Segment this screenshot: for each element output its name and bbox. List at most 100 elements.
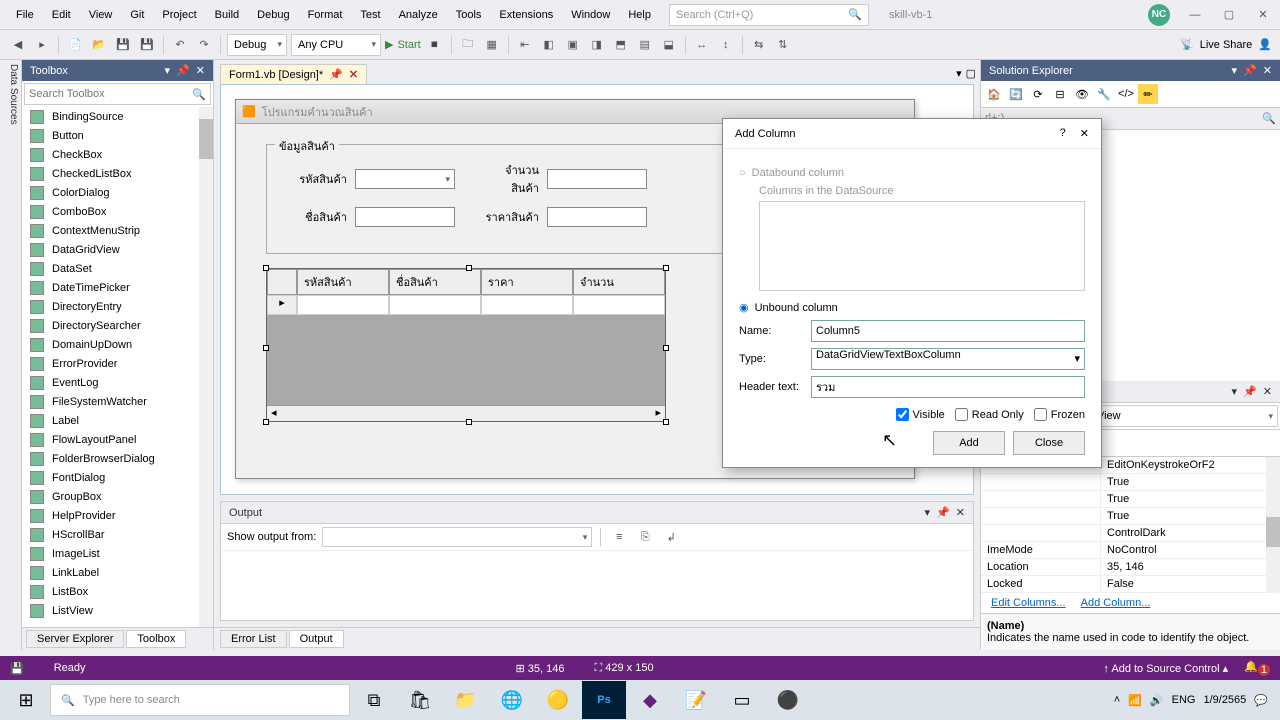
- toolbox-item[interactable]: ListView: [22, 601, 213, 620]
- notification-icon[interactable]: 💬: [1254, 694, 1268, 707]
- toolbox-list[interactable]: BindingSourceButtonCheckBoxCheckedListBo…: [22, 107, 213, 627]
- close-tab-icon[interactable]: ✕: [349, 68, 358, 81]
- unbound-radio[interactable]: ◉Unbound column: [739, 301, 1085, 314]
- show-icon[interactable]: 👁: [1072, 84, 1092, 104]
- pin-icon[interactable]: 📌: [936, 506, 950, 519]
- feedback-icon[interactable]: 👤: [1258, 38, 1272, 51]
- platform-combo[interactable]: Any CPU: [291, 34, 381, 56]
- notifications-icon[interactable]: 🔔1: [1244, 660, 1270, 676]
- menu-tools[interactable]: Tools: [448, 5, 490, 25]
- visible-check[interactable]: Visible: [896, 408, 945, 421]
- align-left-icon[interactable]: ◧: [539, 35, 559, 55]
- open-button[interactable]: 📂: [89, 35, 109, 55]
- size-icon[interactable]: ↔: [692, 35, 712, 55]
- chrome-icon[interactable]: 🟡: [536, 681, 580, 719]
- redo-button[interactable]: ↷: [194, 35, 214, 55]
- live-share-button[interactable]: Live Share: [1200, 39, 1253, 51]
- menu-file[interactable]: File: [8, 5, 42, 25]
- toggle-icon[interactable]: ⎘: [635, 527, 655, 547]
- close-icon[interactable]: ✕: [1080, 127, 1089, 140]
- toolbox-item[interactable]: EventLog: [22, 373, 213, 392]
- volume-icon[interactable]: 🔊: [1150, 694, 1164, 707]
- notepad-icon[interactable]: 📝: [674, 681, 718, 719]
- toolbox-item[interactable]: DomainUpDown: [22, 335, 213, 354]
- menu-help[interactable]: Help: [620, 5, 659, 25]
- maximize-button[interactable]: ▢: [1220, 8, 1238, 21]
- toolbox-item[interactable]: ColorDialog: [22, 183, 213, 202]
- code-icon[interactable]: </>: [1116, 84, 1136, 104]
- combobox[interactable]: [355, 169, 455, 189]
- toolbox-item[interactable]: FontDialog: [22, 468, 213, 487]
- menu-format[interactable]: Format: [300, 5, 351, 25]
- toolbox-item[interactable]: CheckBox: [22, 145, 213, 164]
- menu-debug[interactable]: Debug: [249, 5, 297, 25]
- source-control-button[interactable]: Add to Source Control: [1111, 663, 1219, 675]
- pin-icon[interactable]: 📌: [1243, 64, 1257, 77]
- toolbox-item[interactable]: GroupBox: [22, 487, 213, 506]
- pin-icon[interactable]: 📌: [329, 68, 343, 81]
- textbox[interactable]: [355, 207, 455, 227]
- property-row[interactable]: LockedFalse: [981, 576, 1280, 593]
- output-source-combo[interactable]: [322, 527, 592, 547]
- menu-edit[interactable]: Edit: [44, 5, 79, 25]
- menu-build[interactable]: Build: [207, 5, 247, 25]
- system-tray[interactable]: ˄ 📶 🔊 ENG 1/9/2565 💬: [1114, 694, 1276, 707]
- left-tab[interactable]: Toolbox: [126, 630, 186, 648]
- toolbox-item[interactable]: ImageList: [22, 544, 213, 563]
- collapse-icon[interactable]: ⊟: [1050, 84, 1070, 104]
- window-icon[interactable]: ▢: [966, 67, 976, 80]
- explorer-icon[interactable]: 📁: [444, 681, 488, 719]
- align-mid-icon[interactable]: ▤: [635, 35, 655, 55]
- property-row[interactable]: ImeModeNoControl: [981, 542, 1280, 559]
- property-row[interactable]: True: [981, 508, 1280, 525]
- align-icon[interactable]: ⇤: [515, 35, 535, 55]
- clear-icon[interactable]: ≡: [609, 527, 629, 547]
- grid-icon[interactable]: ▦: [482, 35, 502, 55]
- type-combo[interactable]: DataGridViewTextBoxColumn: [811, 348, 1085, 370]
- toolbox-item[interactable]: HelpProvider: [22, 506, 213, 525]
- toolbox-item[interactable]: ContextMenuStrip: [22, 221, 213, 240]
- config-combo[interactable]: Debug: [227, 34, 287, 56]
- close-button[interactable]: Close: [1013, 431, 1085, 455]
- datagridview[interactable]: รหัสสินค้าชื่อสินค้าราคาจำนวน ▸ ◂▸: [266, 268, 666, 422]
- network-icon[interactable]: 📶: [1128, 694, 1142, 707]
- vs-icon[interactable]: ◆: [628, 681, 672, 719]
- document-tab[interactable]: Form1.vb [Design]* 📌 ✕: [220, 64, 367, 84]
- search-icon[interactable]: 🔍: [1262, 112, 1276, 125]
- toolbox-item[interactable]: HScrollBar: [22, 525, 213, 544]
- scrollbar[interactable]: [199, 107, 213, 627]
- live-share-icon[interactable]: 📡: [1180, 38, 1194, 51]
- global-search[interactable]: Search (Ctrl+Q) 🔍: [669, 4, 869, 26]
- add-column-link[interactable]: Add Column...: [1075, 593, 1157, 613]
- property-row[interactable]: Location35, 146: [981, 559, 1280, 576]
- frozen-check[interactable]: Frozen: [1034, 408, 1085, 421]
- toolbox-item[interactable]: ComboBox: [22, 202, 213, 221]
- save-all-button[interactable]: 💾: [137, 35, 157, 55]
- toolbox-item[interactable]: DirectorySearcher: [22, 316, 213, 335]
- dropdown-icon[interactable]: ▾: [956, 67, 962, 80]
- help-icon[interactable]: ?: [1060, 127, 1066, 140]
- dropdown-icon[interactable]: ▾: [925, 506, 931, 519]
- task-view-icon[interactable]: ⧉: [352, 681, 396, 719]
- toolbox-item[interactable]: ListBox: [22, 582, 213, 601]
- undo-button[interactable]: ↶: [170, 35, 190, 55]
- add-button[interactable]: Add: [933, 431, 1005, 455]
- toolbox-item[interactable]: BindingSource: [22, 107, 213, 126]
- refresh-icon[interactable]: ⟳: [1028, 84, 1048, 104]
- tray-up-icon[interactable]: ˄: [1114, 694, 1120, 706]
- toolbox-item[interactable]: Button: [22, 126, 213, 145]
- new-project-button[interactable]: 📄: [65, 35, 85, 55]
- wrap-icon[interactable]: ↲: [661, 527, 681, 547]
- menu-test[interactable]: Test: [352, 5, 388, 25]
- forward-button[interactable]: ▸: [32, 35, 52, 55]
- toolbox-item[interactable]: FolderBrowserDialog: [22, 449, 213, 468]
- pin-icon[interactable]: 📌: [1243, 385, 1257, 398]
- property-row[interactable]: True: [981, 474, 1280, 491]
- toolbox-item[interactable]: FlowLayoutPanel: [22, 430, 213, 449]
- back-button[interactable]: ◀: [8, 35, 28, 55]
- toolbox-item[interactable]: DataGridView: [22, 240, 213, 259]
- toolbox-item[interactable]: CheckedListBox: [22, 164, 213, 183]
- data-sources-rail[interactable]: Data Sources: [0, 60, 22, 650]
- name-input[interactable]: [811, 320, 1085, 342]
- pin-icon[interactable]: ▾: [165, 64, 171, 77]
